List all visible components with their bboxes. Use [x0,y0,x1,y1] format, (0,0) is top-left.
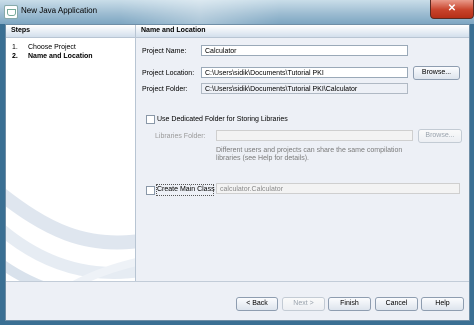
next-button: Next > [282,297,325,311]
project-location-browse-button[interactable]: Browse... [413,66,460,80]
project-name-input[interactable]: Calculator [201,45,408,56]
close-button[interactable]: ✕ [430,0,474,19]
libraries-note-line-1: Different users and projects can share t… [216,147,403,154]
libraries-folder-input [216,130,413,141]
step-number: 1. [12,44,18,51]
project-name-label: Project Name: [142,48,187,55]
project-location-label: Project Location: [142,70,195,77]
cancel-button[interactable]: Cancel [375,297,418,311]
steps-header: Steps [6,25,135,38]
project-location-input[interactable]: C:\Users\sidik\Documents\Tutorial PKI [201,67,408,78]
java-cup-icon [4,5,18,19]
dedicated-folder-checkbox[interactable] [146,115,155,124]
create-main-class-checkbox[interactable] [146,186,155,195]
finish-button[interactable]: Finish [328,297,371,311]
dedicated-folder-label[interactable]: Use Dedicated Folder for Storing Librari… [157,116,288,123]
button-bar: < Back Next > Finish Cancel Help [6,282,469,320]
help-button[interactable]: Help [421,297,464,311]
project-folder-field: C:\Users\sidik\Documents\Tutorial PKI\Ca… [201,83,408,94]
step-number: 2. [12,53,18,60]
name-and-location-panel: Name and Location Project Name: Calculat… [136,25,469,281]
back-button[interactable]: < Back [236,297,278,311]
step-name-and-location: 2. Name and Location [12,53,93,60]
window-title: New Java Application [21,6,98,15]
title-bar: New Java Application ✕ [0,0,474,24]
main-class-input[interactable]: calculator.Calculator [216,183,460,194]
step-choose-project: 1. Choose Project [12,44,76,51]
panel-header: Name and Location [136,25,469,38]
project-folder-label: Project Folder: [142,86,188,93]
title-bar-glow [120,0,280,24]
libraries-note-line-2: libraries (see Help for details). [216,155,309,162]
steps-panel: Steps 1. Choose Project 2. Name and Locati… [6,25,136,320]
step-label: Name and Location [28,53,93,60]
libraries-browse-button: Browse... [418,129,462,143]
dialog-frame: Steps 1. Choose Project 2. Name and Locati… [5,24,470,321]
libraries-folder-label: Libraries Folder: [155,133,206,140]
step-label: Choose Project [28,44,76,51]
create-main-class-label[interactable]: Create Main Class [157,186,215,193]
